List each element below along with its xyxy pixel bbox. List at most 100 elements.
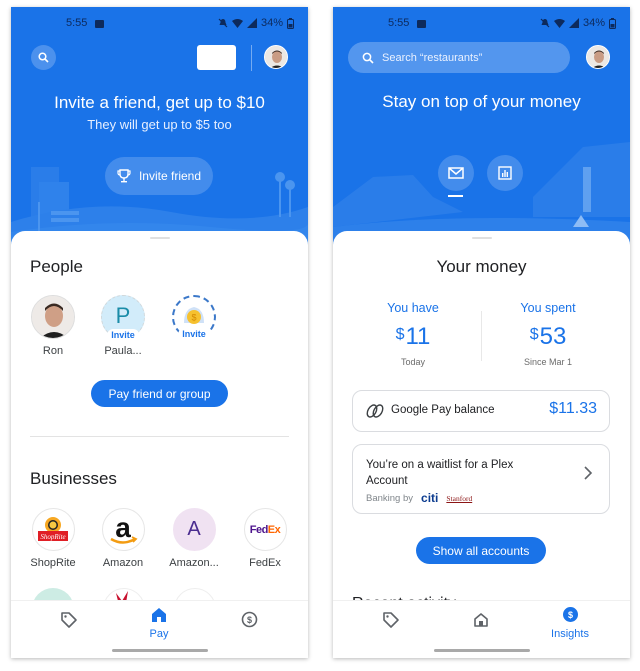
- amazon-icon: a: [110, 513, 138, 544]
- nav-pay-label: Pay: [149, 628, 169, 640]
- envelope-icon: [448, 167, 464, 179]
- you-have-label: You have: [387, 301, 439, 315]
- shoprite-logo: ShopRite: [31, 508, 75, 551]
- sheet-handle[interactable]: [149, 237, 170, 239]
- search-input[interactable]: Search “restaurants”: [348, 42, 570, 73]
- amazon-logo: a: [101, 508, 145, 551]
- svg-text:a: a: [115, 513, 131, 543]
- business-initial-avatar: A: [172, 508, 216, 551]
- trophy-icon: [117, 169, 131, 183]
- you-have-period: Today: [400, 357, 426, 367]
- profile-photo-icon: [265, 46, 287, 68]
- search-button[interactable]: [31, 45, 56, 70]
- bottom-sheet: People Ron P Invite Paula... $ Invite Pa…: [11, 231, 308, 658]
- wifi-icon: [553, 19, 565, 28]
- nav-offers[interactable]: [39, 607, 99, 634]
- profile-photo-icon: [587, 46, 609, 68]
- you-spent-period: Since Mar 1: [523, 357, 573, 367]
- business-item[interactable]: A Amazon...: [159, 508, 229, 569]
- nav-insights[interactable]: $: [219, 607, 279, 633]
- status-bar: 5:55 34%: [333, 17, 630, 33]
- invite-friend-button[interactable]: Invite friend: [105, 157, 213, 195]
- people-title: People: [30, 257, 83, 276]
- image-notification-icon: [417, 20, 426, 28]
- citi-logo: citi: [421, 491, 439, 505]
- bottom-sheet: Your money You have $11 Today You spent …: [333, 231, 630, 658]
- bottom-nav: Pay $: [11, 600, 308, 658]
- battery-icon: [609, 17, 616, 29]
- status-time: 5:55: [66, 17, 88, 29]
- home-icon: [152, 608, 166, 622]
- business-initial: A: [187, 518, 201, 540]
- tab-messages[interactable]: [438, 155, 474, 191]
- banking-partners: Banking by citi Stanford: [366, 491, 472, 505]
- fedex-wordmark: FedEx: [249, 523, 281, 536]
- person-avatar: P Invite: [101, 295, 145, 341]
- person-item[interactable]: P Invite Paula...: [93, 295, 153, 357]
- mute-bell-icon: [540, 18, 550, 28]
- businesses-title: Businesses: [30, 469, 117, 488]
- you-have-amount: $11: [395, 323, 431, 350]
- status-bar: 5:55 34%: [11, 17, 308, 33]
- wifi-icon: [231, 19, 243, 28]
- svg-text:$: $: [191, 313, 196, 323]
- home-indicator[interactable]: [111, 649, 208, 652]
- business-name: Amazon...: [169, 557, 219, 569]
- sheet-handle[interactable]: [471, 237, 492, 239]
- signal-icon: [246, 18, 257, 28]
- google-pay-balance-card[interactable]: Google Pay balance $11.33: [352, 390, 610, 432]
- person-item[interactable]: Ron: [23, 295, 83, 357]
- pay-screen: 5:55 34% Invite a friend, get up to $10 …: [11, 7, 308, 658]
- reward-avatar: $ Invite: [172, 295, 216, 340]
- svg-text:$: $: [246, 615, 251, 625]
- business-item[interactable]: a Amazon: [88, 508, 158, 569]
- shoprite-icon: ShopRite: [38, 516, 68, 541]
- banking-by-label: Banking by: [366, 492, 414, 504]
- nav-pay[interactable]: [451, 607, 511, 633]
- show-all-accounts-button[interactable]: Show all accounts: [416, 537, 546, 564]
- tag-icon: [61, 612, 77, 628]
- mute-bell-icon: [218, 18, 228, 28]
- invite-reward-item[interactable]: $ Invite: [164, 295, 224, 340]
- home-icon: [474, 613, 488, 627]
- person-avatar: [31, 295, 75, 339]
- insights-screen: 5:55 34% Search “restaurants” Stay on to…: [333, 7, 630, 658]
- plex-waitlist-card[interactable]: You’re on a waitlist for a Plex Account …: [352, 444, 610, 514]
- google-pay-balance-icon: [366, 404, 384, 418]
- invite-badge: Invite: [107, 329, 139, 341]
- profile-avatar[interactable]: [586, 45, 610, 69]
- bar-chart-icon: [498, 166, 512, 180]
- dollar-circle-icon: $: [241, 611, 257, 628]
- you-spent-amount: $53: [529, 323, 567, 350]
- business-item[interactable]: ShopRite ShopRite: [18, 508, 88, 569]
- nav-insights-label: Insights: [551, 628, 589, 640]
- business-name: ShopRite: [30, 557, 76, 569]
- home-indicator[interactable]: [433, 649, 530, 652]
- you-have-summary: You have $11 Today: [353, 301, 473, 367]
- tab-stats[interactable]: [487, 155, 523, 191]
- invite-badge: Invite: [178, 328, 210, 340]
- header-divider: [251, 45, 252, 71]
- profile-avatar[interactable]: [264, 45, 288, 69]
- invite-hero: 5:55 34% Invite a friend, get up to $10 …: [11, 7, 308, 247]
- pay-friend-button[interactable]: Pay friend or group: [91, 380, 228, 407]
- image-notification-icon: [95, 20, 104, 28]
- gpay-balance-label: Google Pay balance: [391, 404, 495, 416]
- signal-icon: [568, 18, 579, 28]
- battery-percent: 34%: [582, 17, 605, 29]
- insights-icon: $: [562, 607, 578, 622]
- person-photo-icon: [32, 296, 74, 338]
- gpay-balance-amount: $11.33: [549, 400, 597, 417]
- nav-offers[interactable]: [361, 607, 421, 634]
- nav-insights[interactable]: $ Insights: [540, 607, 600, 640]
- plex-waitlist-text: You’re on a waitlist for a Plex Account: [366, 459, 514, 487]
- chevron-right-icon: [584, 466, 593, 480]
- tag-icon: [383, 612, 399, 628]
- money-hero: 5:55 34% Search “restaurants” Stay on to…: [333, 7, 630, 247]
- nav-pay[interactable]: Pay: [129, 607, 189, 640]
- active-tab-indicator: [448, 195, 463, 197]
- business-item[interactable]: FedEx FedEx: [230, 508, 300, 569]
- invite-friend-label: Invite friend: [138, 169, 202, 183]
- you-spent-label: You spent: [520, 301, 576, 315]
- search-placeholder: Search “restaurants”: [382, 51, 483, 64]
